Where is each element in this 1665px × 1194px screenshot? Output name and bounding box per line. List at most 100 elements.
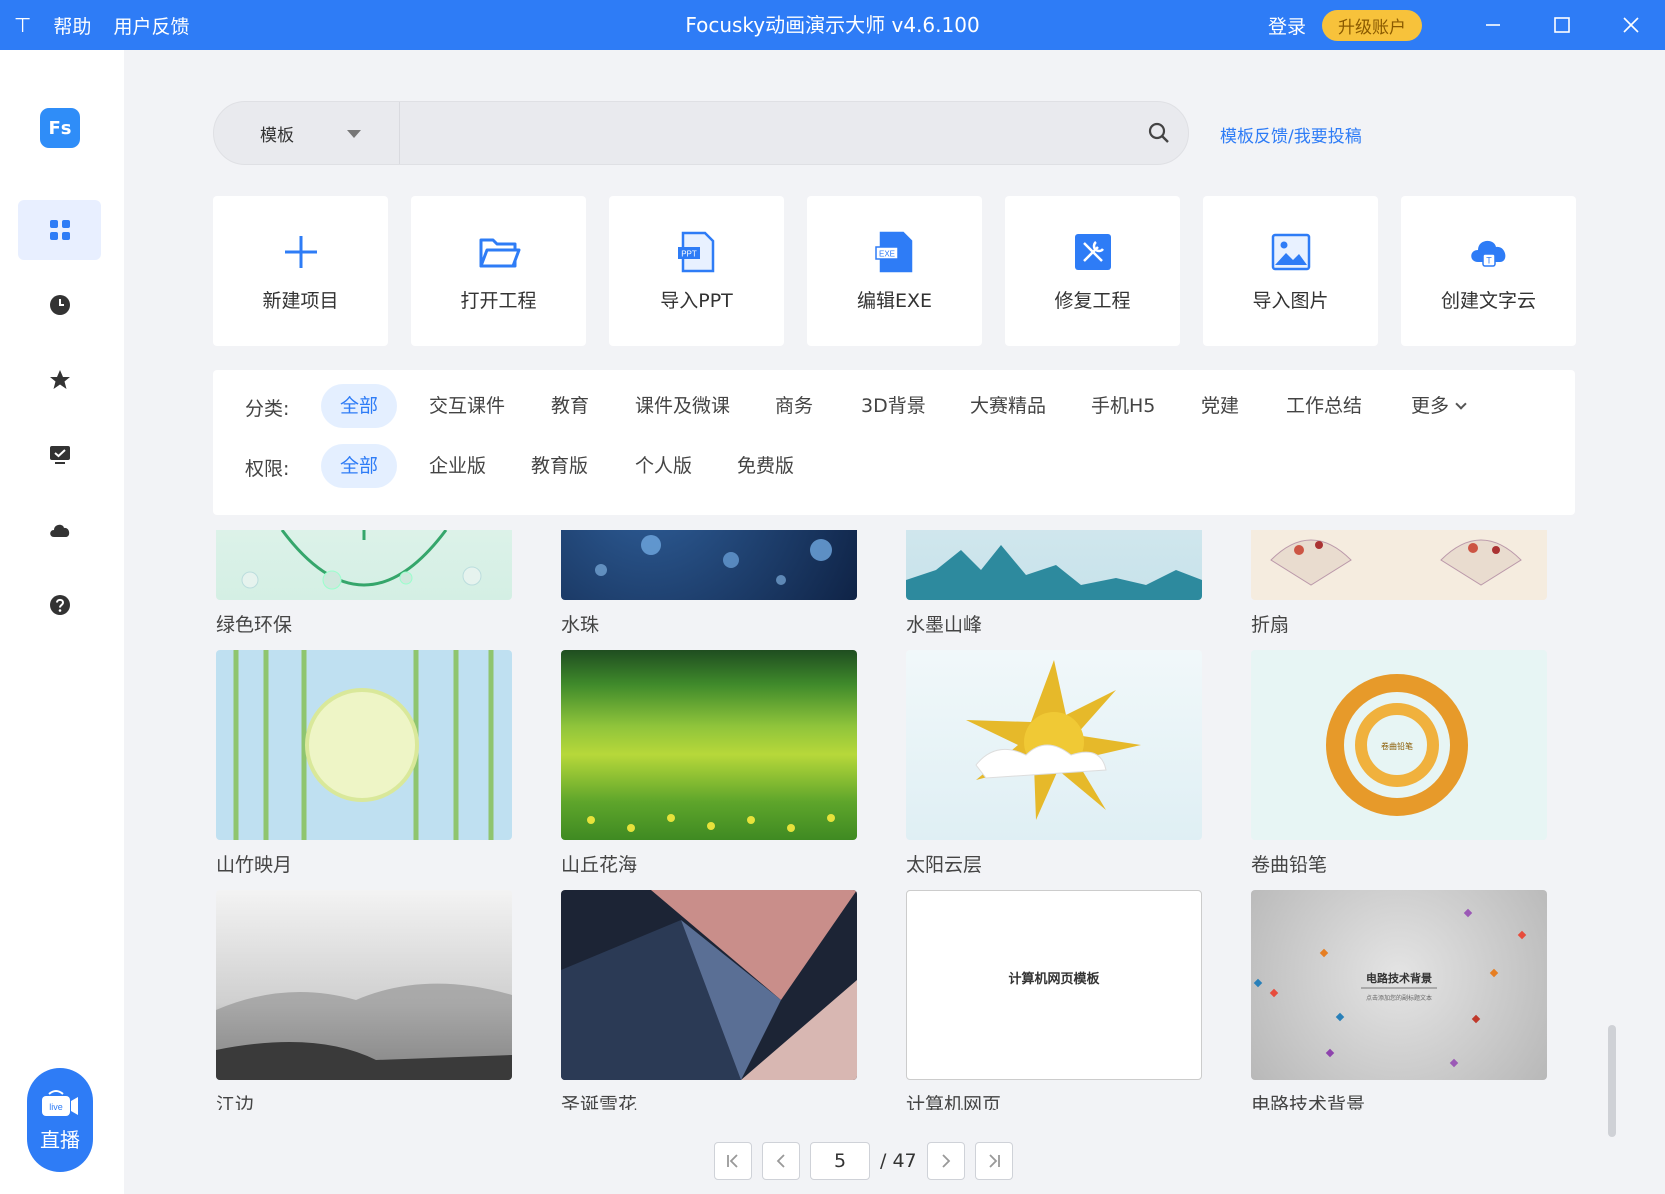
template-card[interactable]: 绿色环保 — [216, 530, 512, 637]
last-page-button[interactable] — [974, 1142, 1013, 1180]
permission-chip[interactable]: 免费版 — [737, 444, 794, 488]
page-number-input[interactable] — [810, 1142, 870, 1180]
template-thumbnail — [906, 530, 1202, 600]
template-thumbnail — [1251, 530, 1547, 600]
search-category-value: 模板 — [260, 125, 294, 146]
category-chip[interactable]: 手机H5 — [1091, 384, 1155, 428]
word-cloud-icon: T — [1470, 240, 1505, 267]
template-card[interactable]: 江边 — [216, 890, 512, 1110]
svg-text:PPT: PPT — [681, 249, 697, 258]
help-menu[interactable]: 帮助 — [53, 12, 91, 39]
category-chip[interactable]: 商务 — [775, 384, 813, 428]
repair-project-button[interactable]: 修复工程 — [1005, 196, 1180, 346]
category-chip[interactable]: 大赛精品 — [970, 384, 1046, 428]
category-chip[interactable]: 教育 — [551, 384, 589, 428]
previous-page-button[interactable] — [762, 1142, 800, 1180]
template-name: 山丘花海 — [561, 854, 638, 876]
category-chip[interactable]: 党建 — [1201, 384, 1239, 428]
first-page-icon — [727, 1154, 738, 1168]
permission-chip[interactable]: 教育版 — [531, 444, 588, 488]
category-label: 分类: — [245, 398, 290, 420]
svg-text:live: live — [49, 1102, 63, 1112]
feedback-menu[interactable]: 用户反馈 — [113, 12, 189, 39]
maximize-button[interactable] — [1527, 0, 1596, 50]
category-chip[interactable]: 交互课件 — [429, 384, 505, 428]
permission-all-chip[interactable]: 全部 — [321, 444, 397, 488]
maximize-icon — [1553, 17, 1570, 33]
template-card[interactable]: 太阳云层 — [906, 650, 1202, 877]
permission-label: 权限: — [245, 458, 290, 480]
template-thumbnail — [216, 650, 512, 840]
svg-text:计算机网页模板: 计算机网页模板 — [1008, 971, 1100, 987]
edit-exe-button[interactable]: EXE 编辑EXE — [807, 196, 982, 346]
search-category-dropdown[interactable]: 模板 — [214, 102, 400, 164]
category-all-chip[interactable]: 全部 — [321, 384, 397, 428]
live-label: 直播 — [40, 1127, 80, 1152]
ppt-file-icon: PPT — [677, 231, 714, 272]
template-name: 山竹映月 — [216, 854, 293, 876]
open-project-button[interactable]: 打开工程 — [411, 196, 586, 346]
left-sidebar: Fs live 直播 — [0, 50, 124, 1194]
template-thumbnail: 电路技术背景 点击添加您的副标题文本 — [1251, 890, 1547, 1080]
sidebar-item-presentations[interactable] — [18, 425, 101, 485]
vertical-scrollbar[interactable] — [1608, 1025, 1616, 1137]
search-input[interactable] — [404, 112, 1104, 154]
template-card[interactable]: 水珠 — [561, 530, 857, 637]
folder-open-icon — [479, 238, 520, 267]
permission-chip[interactable]: 企业版 — [429, 444, 486, 488]
template-card[interactable]: 水墨山峰 — [906, 530, 1202, 637]
svg-text:T: T — [1486, 255, 1492, 265]
help-icon — [49, 595, 70, 615]
template-thumbnail: 计算机网页模板 — [906, 890, 1202, 1080]
sidebar-item-templates[interactable] — [18, 200, 101, 260]
sidebar-item-recent[interactable] — [18, 275, 101, 335]
star-icon — [49, 370, 70, 389]
sidebar-item-cloud[interactable] — [18, 500, 101, 560]
category-filter-row: 分类: 全部 交互课件 教育 课件及微课 商务 3D背景 大赛精品 手机H5 党… — [213, 384, 1575, 428]
minimize-icon — [1485, 24, 1500, 26]
next-page-button[interactable] — [926, 1142, 965, 1180]
template-card[interactable]: 山竹映月 — [216, 650, 512, 877]
svg-text:卷曲铅笔: 卷曲铅笔 — [1381, 741, 1413, 751]
template-feedback-link[interactable]: 模板反馈/我要投稿 — [1220, 122, 1362, 147]
search-icon[interactable] — [1148, 122, 1170, 144]
title-bar-menu: ⊤ 帮助 用户反馈 — [14, 0, 189, 50]
more-categories-button[interactable]: 更多 — [1411, 384, 1467, 428]
template-card[interactable]: 圣诞雪花 — [561, 890, 857, 1110]
template-card[interactable]: 折扇 — [1251, 530, 1547, 637]
close-button[interactable] — [1596, 0, 1665, 50]
new-project-button[interactable]: 新建项目 — [213, 196, 388, 346]
minimize-button[interactable] — [1458, 0, 1527, 50]
permission-chip[interactable]: 个人版 — [635, 444, 692, 488]
template-name: 绿色环保 — [216, 614, 293, 636]
app-logo: Fs — [40, 108, 80, 148]
template-card[interactable]: 卷曲铅笔 卷曲铅笔 — [1251, 650, 1547, 877]
template-name: 江边 — [216, 1094, 255, 1110]
pagination: / 47 — [714, 1141, 1013, 1181]
permission-filter-row: 权限: 全部 企业版 教育版 个人版 免费版 — [213, 444, 1575, 488]
template-card[interactable]: 山丘花海 — [561, 650, 857, 877]
close-icon — [1622, 17, 1639, 33]
category-chip[interactable]: 课件及微课 — [635, 384, 730, 428]
sidebar-item-favorites[interactable] — [18, 350, 101, 410]
category-chip[interactable]: 工作总结 — [1286, 384, 1362, 428]
grid-icon — [49, 220, 70, 240]
login-button[interactable]: 登录 — [1268, 12, 1306, 39]
pin-icon[interactable]: ⊤ — [14, 13, 31, 37]
presentation-icon — [49, 446, 70, 464]
category-chip[interactable]: 3D背景 — [861, 384, 926, 428]
create-word-cloud-button[interactable]: T 创建文字云 — [1401, 196, 1576, 346]
template-card[interactable]: 计算机网页模板 计算机网页 — [906, 890, 1202, 1110]
upgrade-account-button[interactable]: 升级账户 — [1322, 9, 1422, 41]
template-name: 水珠 — [561, 614, 600, 636]
import-ppt-button[interactable]: PPT 导入PPT — [609, 196, 784, 346]
filter-panel: 分类: 全部 交互课件 教育 课件及微课 商务 3D背景 大赛精品 手机H5 党… — [213, 370, 1575, 515]
search-bar: 模板 — [213, 101, 1189, 165]
template-card[interactable]: 电路技术背景 点击添加您的副标题文本 电路技术背景 — [1251, 890, 1547, 1110]
sidebar-item-help[interactable] — [18, 575, 101, 635]
first-page-button[interactable] — [714, 1142, 752, 1180]
live-stream-button[interactable]: live 直播 — [27, 1068, 93, 1172]
template-name: 电路技术背景 — [1251, 1094, 1366, 1110]
cloud-icon — [49, 524, 69, 537]
import-image-button[interactable]: 导入图片 — [1203, 196, 1378, 346]
